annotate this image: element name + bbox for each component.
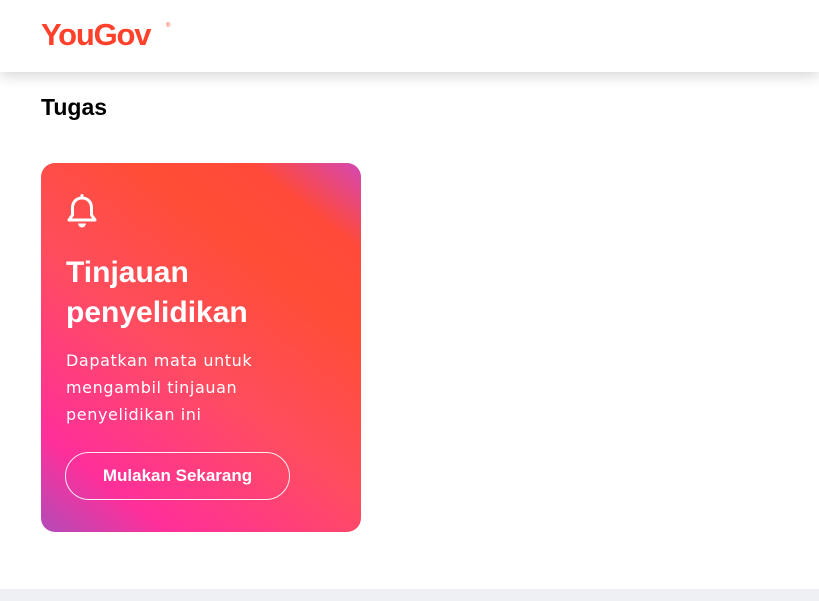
task-card: Tinjauan penyelidikan Dapatkan mata untu… bbox=[41, 163, 361, 532]
card-description: Dapatkan mata untuk mengambil tinjauan p… bbox=[66, 351, 253, 424]
logo-registered-mark: ® bbox=[166, 23, 171, 29]
top-header: YouGov ® bbox=[0, 0, 819, 72]
start-now-button[interactable]: Mulakan Sekarang bbox=[65, 452, 290, 500]
footer-strip bbox=[0, 589, 819, 601]
yougov-logo[interactable]: YouGov bbox=[41, 17, 152, 53]
page-title: Tugas bbox=[41, 94, 108, 120]
bell-icon bbox=[67, 194, 97, 228]
card-title: Tinjauan penyelidikan bbox=[66, 256, 248, 329]
